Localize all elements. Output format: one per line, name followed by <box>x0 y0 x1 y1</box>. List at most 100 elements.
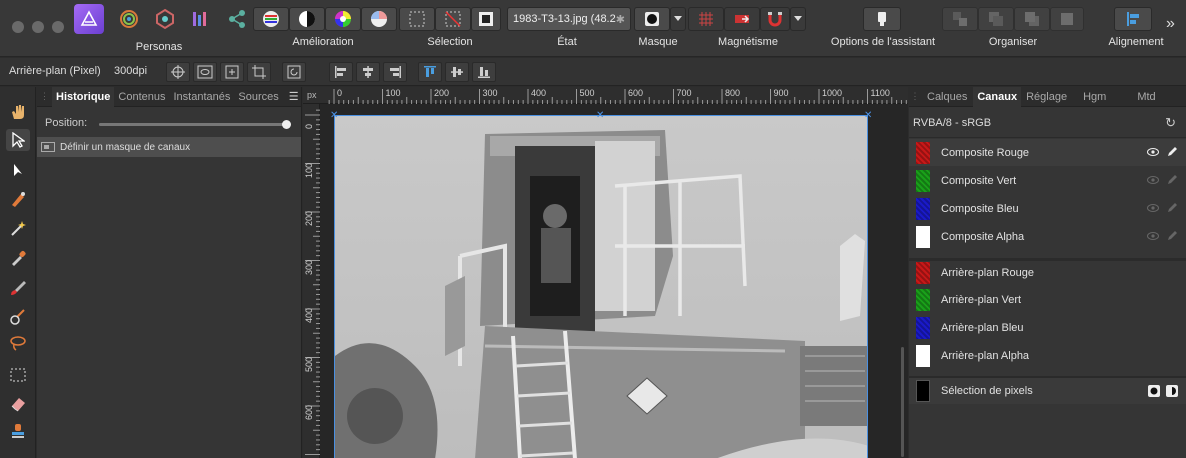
position-slider-handle[interactable] <box>282 120 291 129</box>
invert-selection-button[interactable] <box>471 7 501 31</box>
black-white-button[interactable] <box>289 7 325 31</box>
refresh-icon[interactable]: ↻ <box>1165 115 1176 131</box>
tab-mtd[interactable]: Mtd <box>1117 91 1175 103</box>
align-middle-icon[interactable] <box>445 62 469 82</box>
channel-row[interactable]: Arrière-plan Alpha <box>909 342 1186 369</box>
channel-row[interactable]: Composite Alpha <box>909 223 1186 250</box>
arrange-forward-button[interactable] <box>1014 7 1050 31</box>
window-zoom-button[interactable] <box>52 21 64 33</box>
align-top-icon[interactable] <box>418 62 442 82</box>
arrange-back-button[interactable] <box>942 7 978 31</box>
arrange-backward-button[interactable] <box>978 7 1014 31</box>
visibility-eye-icon[interactable] <box>1147 175 1159 187</box>
scale-icon[interactable] <box>220 62 244 82</box>
canvas-area[interactable]: px 0 100 200 300 400 500 600 700 800 900 1000 1100 … <box>303 87 908 458</box>
mask-dropdown-button[interactable] <box>670 7 686 31</box>
document-tab[interactable]: 1983-T3-13.jpg (48.2 ✱ <box>507 7 631 31</box>
clone-stamp-icon[interactable] <box>6 420 30 442</box>
snapping-grid-button[interactable] <box>688 7 724 31</box>
handle-top-left-icon[interactable]: ✕ <box>330 111 338 121</box>
align-left-icon[interactable] <box>329 62 353 82</box>
tone-mapping-persona-icon[interactable] <box>185 4 215 34</box>
visibility-eye-icon[interactable] <box>1147 203 1159 215</box>
visibility-eye-icon[interactable] <box>1147 231 1159 243</box>
pixel-selection-row[interactable]: Sélection de pixels <box>909 376 1186 404</box>
channel-row[interactable]: Arrière-plan Vert <box>909 286 1186 313</box>
color-picker-icon[interactable] <box>6 247 30 269</box>
magic-wand-icon[interactable] <box>6 217 30 239</box>
edit-channel-icon[interactable] <box>1167 174 1178 188</box>
tab-instantanes[interactable]: Instantanés <box>170 91 235 103</box>
rectangle-marquee-icon[interactable] <box>6 364 30 386</box>
photo-canvas[interactable] <box>334 115 868 458</box>
tab-historique[interactable]: Historique <box>52 86 115 107</box>
channel-row[interactable]: Arrière-plan Rouge <box>909 258 1186 285</box>
magnet-icon[interactable] <box>760 7 790 31</box>
channel-row[interactable]: Arrière-plan Bleu <box>909 314 1186 341</box>
toolbar-overflow-icon[interactable]: » <box>1166 15 1175 33</box>
tab-calques[interactable]: Calques <box>921 91 973 103</box>
tools-panel <box>0 87 36 458</box>
eraser-icon[interactable] <box>6 392 30 414</box>
handle-top-center-icon[interactable]: ✕ <box>596 111 604 121</box>
channel-row[interactable]: Composite Bleu <box>909 195 1186 222</box>
alignment-icon[interactable] <box>1114 7 1152 31</box>
history-item[interactable]: Définir un masque de canaux <box>37 137 301 157</box>
develop-persona-icon[interactable] <box>150 4 180 34</box>
ruler-v-label: 400 <box>304 307 314 323</box>
arrange-front-button[interactable] <box>1050 7 1084 31</box>
node-tool-icon[interactable] <box>6 159 30 181</box>
load-selection-icon[interactable] <box>1166 385 1178 397</box>
snapping-dropdown-button[interactable] <box>790 7 806 31</box>
handle-top-right-icon[interactable]: ✕ <box>864 111 872 121</box>
share-icon[interactable] <box>222 4 252 34</box>
hand-tool-icon[interactable] <box>6 101 30 123</box>
window-minimize-button[interactable] <box>32 21 44 33</box>
panel-menu-icon[interactable]: ☰ <box>289 90 299 103</box>
layer-type-label: Arrière-plan (Pixel) <box>9 65 101 77</box>
select-all-button[interactable] <box>399 7 435 31</box>
transform-origin-icon[interactable] <box>166 62 190 82</box>
move-tool-icon[interactable] <box>6 129 30 151</box>
tab-contenus[interactable]: Contenus <box>114 91 169 103</box>
align-bottom-icon[interactable] <box>472 62 496 82</box>
tab-canaux[interactable]: Canaux <box>973 86 1022 107</box>
channel-row[interactable]: Composite Rouge <box>909 139 1186 166</box>
edit-channel-icon[interactable] <box>1167 146 1178 160</box>
window-close-button[interactable] <box>12 21 24 33</box>
levels-button[interactable] <box>253 7 289 31</box>
hsl-button[interactable] <box>325 7 361 31</box>
liquify-persona-icon[interactable] <box>114 4 144 34</box>
document-close-icon[interactable]: ✱ <box>616 13 625 26</box>
ruler-h-label: 500 <box>579 88 595 98</box>
quick-mask-button[interactable] <box>634 7 670 31</box>
channel-row[interactable]: Composite Vert <box>909 167 1186 194</box>
paint-brush-icon[interactable] <box>6 277 30 299</box>
position-slider[interactable] <box>99 120 291 129</box>
visibility-eye-icon[interactable] <box>1147 147 1159 159</box>
tab-reglage[interactable]: Réglage <box>1021 91 1072 103</box>
lasso-icon[interactable] <box>6 332 30 354</box>
canvas-scrollbar[interactable] <box>901 347 904 457</box>
right-panel-grip-icon[interactable]: ⋮ <box>909 91 921 102</box>
align-right-icon[interactable] <box>383 62 407 82</box>
tab-sources[interactable]: Sources <box>234 91 282 103</box>
photo-persona-icon[interactable] <box>74 4 104 34</box>
edit-channel-icon[interactable] <box>1167 230 1178 244</box>
selection-swatch <box>916 380 930 402</box>
panel-grip-icon[interactable]: ⋮ <box>37 91 52 102</box>
tab-hgm[interactable]: Hgm <box>1072 91 1117 103</box>
crop-icon[interactable] <box>247 62 271 82</box>
align-center-icon[interactable] <box>356 62 380 82</box>
dodge-brush-icon[interactable] <box>6 306 30 328</box>
brush-selection-icon[interactable] <box>6 188 30 210</box>
reset-rotation-icon[interactable] <box>282 62 306 82</box>
mask-icon[interactable] <box>1148 385 1160 397</box>
assistant-icon[interactable] <box>863 7 901 31</box>
white-balance-button[interactable] <box>361 7 397 31</box>
snapping-move-button[interactable] <box>724 7 760 31</box>
eye-bounding-icon[interactable] <box>193 62 217 82</box>
ruler-unit: px <box>307 90 317 100</box>
edit-channel-icon[interactable] <box>1167 202 1178 216</box>
deselect-button[interactable] <box>435 7 471 31</box>
